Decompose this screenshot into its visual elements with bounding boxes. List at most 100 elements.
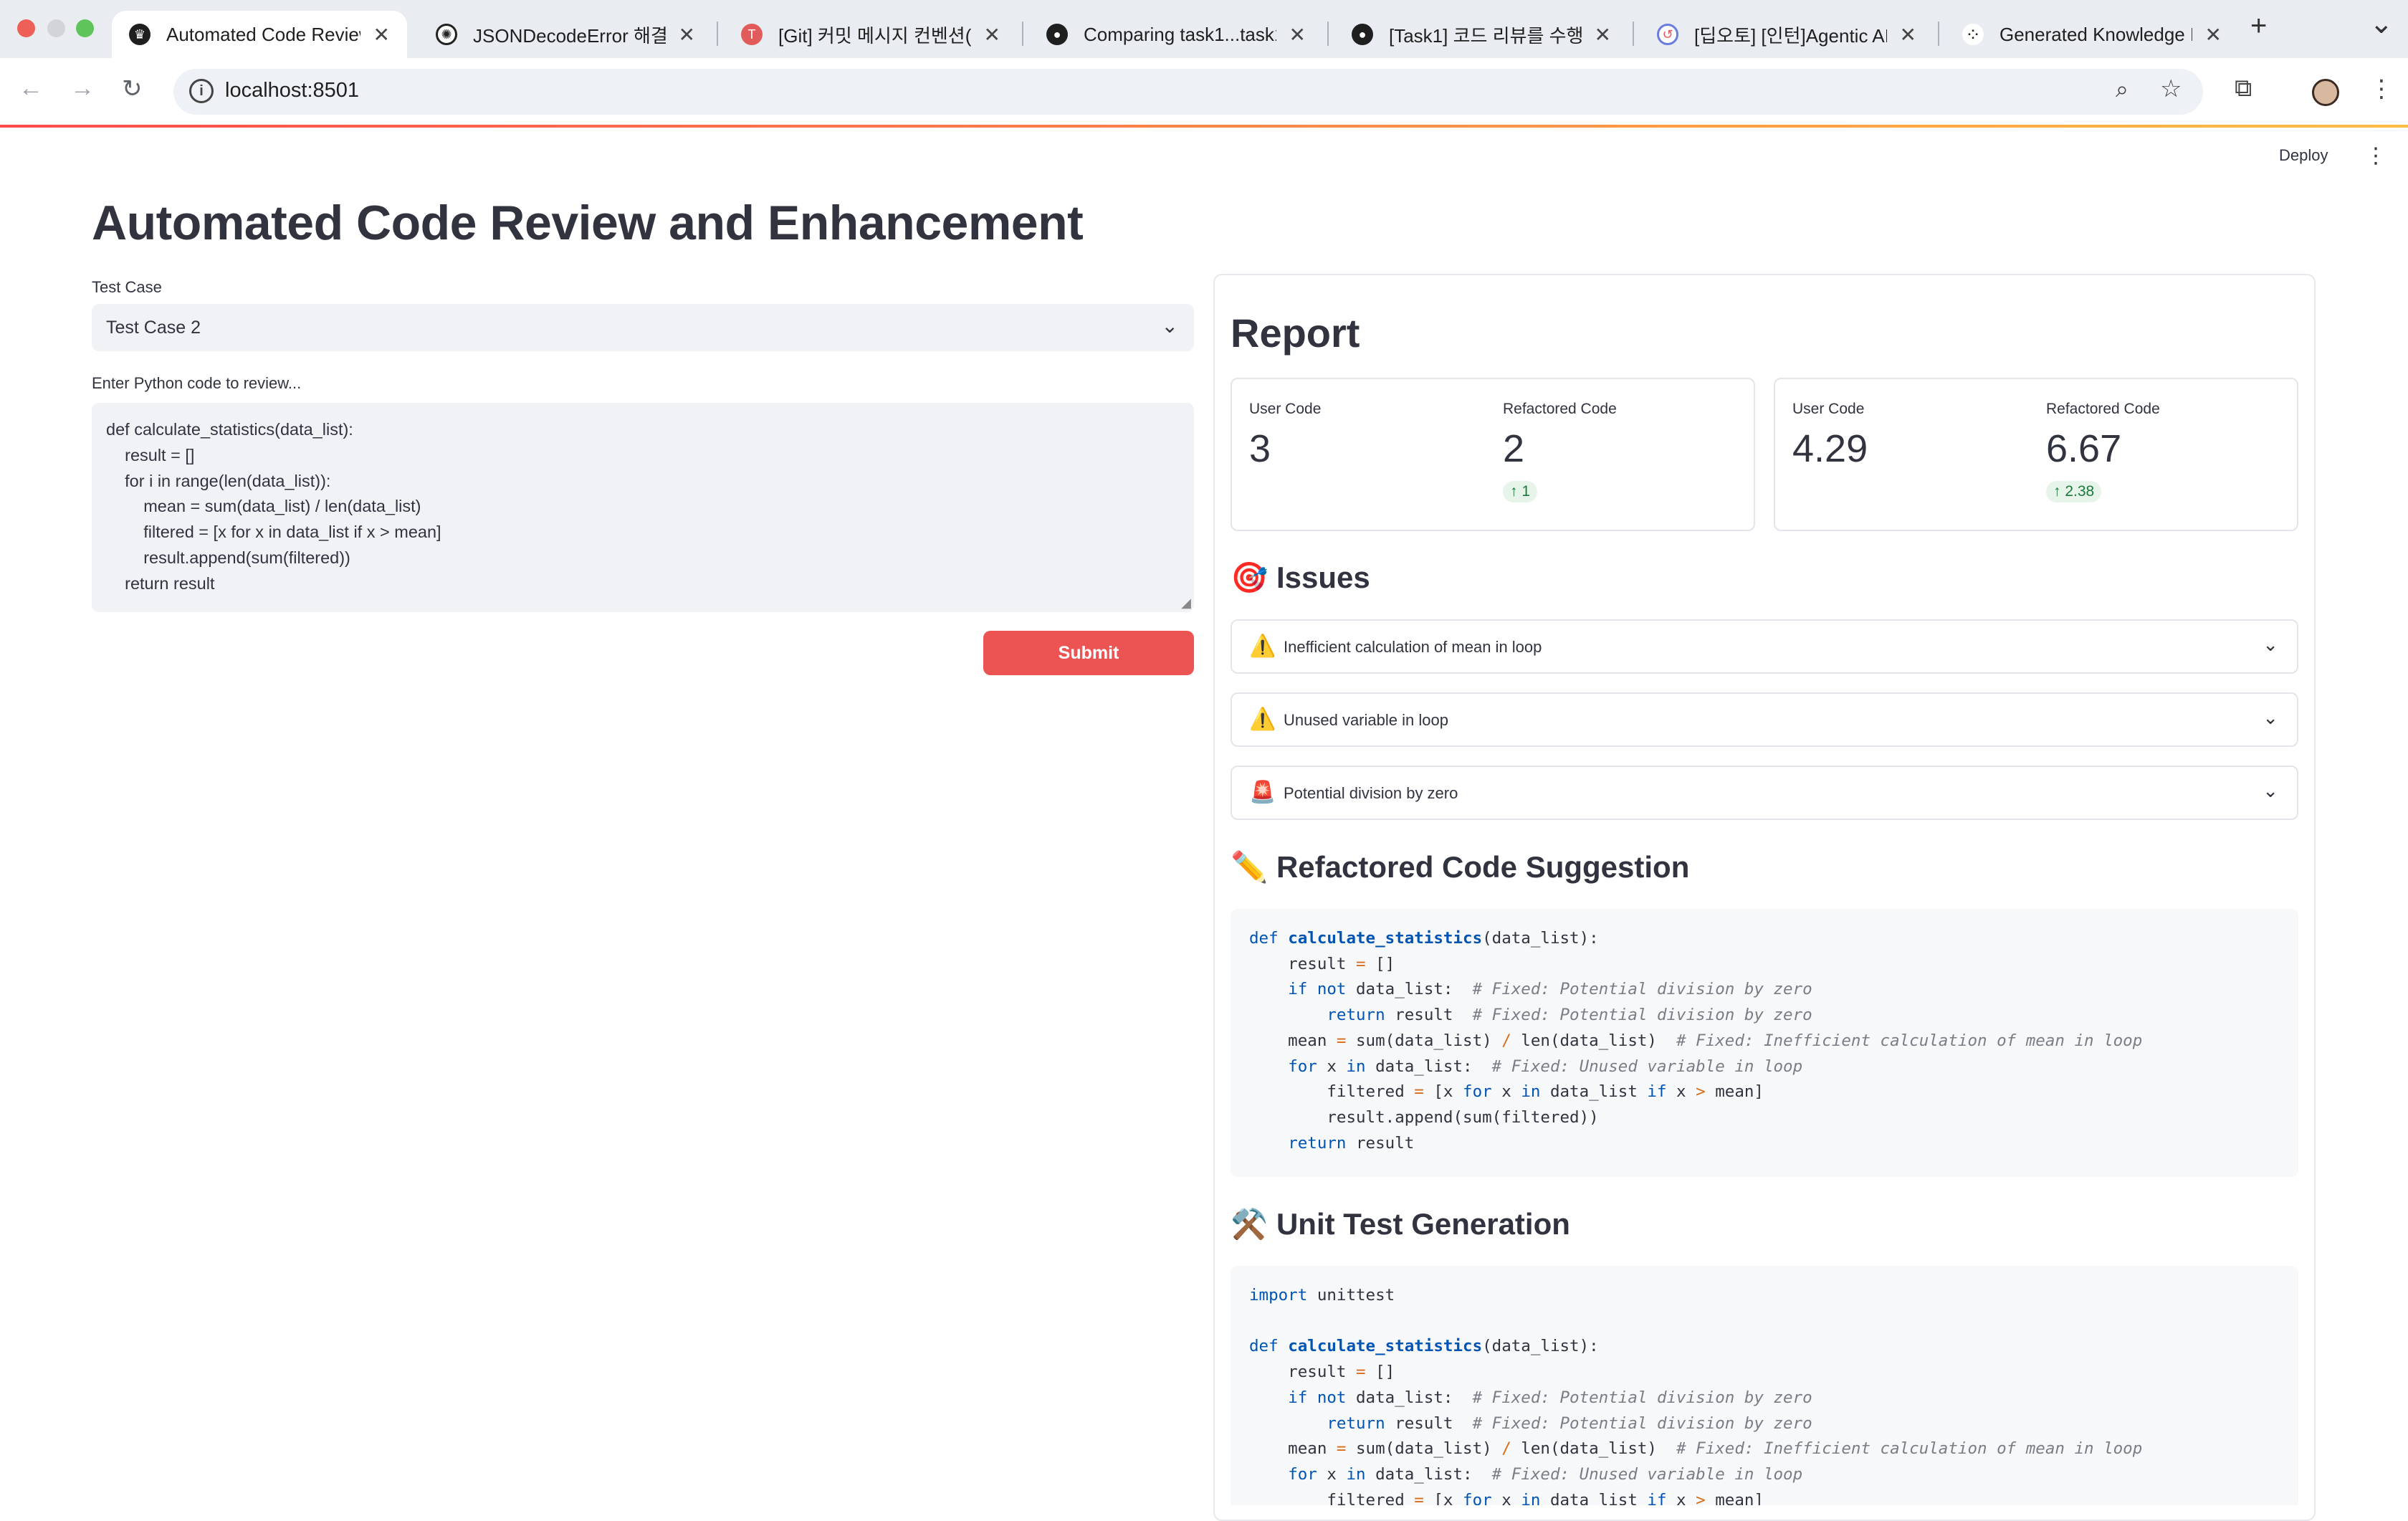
close-tab-icon[interactable]: ✕	[679, 23, 695, 47]
metric-label: User Code	[1249, 401, 1322, 417]
code-line: return result	[1288, 1133, 1415, 1153]
chevron-down-icon[interactable]: ⌄	[1162, 314, 1178, 338]
code-line: result.append(sum(filtered))	[1249, 1107, 1599, 1127]
metric-delta: ↑ 2.38	[2046, 481, 2102, 502]
main-menu-icon[interactable]: ⋮	[2365, 143, 2386, 168]
code-line: def calculate_statistics(data_list):	[1249, 1337, 1599, 1356]
code-input[interactable]: def calculate_statistics(data_list): res…	[92, 403, 1194, 612]
close-tab-icon[interactable]: ✕	[2205, 23, 2222, 47]
tab-separator	[717, 22, 718, 46]
pencil-icon: ✏️	[1231, 850, 1268, 884]
metric-label: Refactored Code	[1503, 401, 1617, 417]
metric: User Code 3	[1249, 401, 1321, 471]
tab-separator	[1327, 22, 1329, 46]
metric-delta-value: 1	[1521, 483, 1531, 500]
tab-deepauto-intern[interactable]: ↺ [딥오토] [인턴]Agentic AI E ✕	[1640, 11, 1934, 58]
code-line: mean = sum(data_list) / len(data_list) #…	[1249, 1439, 2143, 1459]
test-case-select[interactable]: Test Case 2 ⌄	[92, 304, 1194, 351]
code-line: mean = sum(data_list) / len(data_list) #…	[1249, 1031, 2143, 1050]
recruit-icon: ↺	[1657, 24, 1678, 45]
code-line: return result # Fixed: Potential divisio…	[1327, 1413, 1812, 1433]
issue-expander[interactable]: ⚠️ Unused variable in loop ⌄	[1231, 692, 2298, 747]
code-line: result = []	[106, 445, 195, 464]
warning-icon: ⚠️	[1249, 707, 1276, 731]
deploy-button[interactable]: Deploy	[2279, 146, 2328, 165]
reload-icon[interactable]: ↻	[122, 75, 143, 103]
code-line: import unittest	[1249, 1286, 1395, 1305]
submit-button[interactable]: Submit	[983, 631, 1194, 675]
issues-heading: 🎯 Issues	[1231, 561, 1370, 596]
close-tab-icon[interactable]: ✕	[373, 23, 390, 47]
metric: User Code 4.29	[1792, 401, 1868, 471]
unit-test-heading-text: Unit Test Generation	[1276, 1207, 1570, 1241]
resize-handle-icon[interactable]: ◢	[1181, 596, 1191, 611]
issue-expander[interactable]: ⚠️ Inefficient calculation of mean in lo…	[1231, 619, 2298, 674]
issue-expander[interactable]: 🚨 Potential division by zero ⌄	[1231, 766, 2298, 820]
url-text[interactable]: localhost:8501	[225, 79, 359, 102]
target-icon: 🎯	[1231, 561, 1268, 594]
tab-task1-code-review[interactable]: ● [Task1] 코드 리뷰를 수행하는 ✕	[1334, 11, 1628, 58]
close-tab-icon[interactable]: ✕	[1595, 23, 1611, 47]
metric-card: User Code 3 Refactored Code 2 ↑ 1	[1231, 378, 1755, 531]
star-icon[interactable]: ☆	[2160, 75, 2182, 103]
metric-label: User Code	[1792, 401, 1865, 417]
tab-search-menu[interactable]: ⌄	[2369, 7, 2394, 40]
close-tab-icon[interactable]: ✕	[1900, 23, 1916, 47]
tab-comparing-task1[interactable]: ● Comparing task1...task1- ✕	[1029, 11, 1323, 58]
profile-avatar[interactable]	[2312, 79, 2339, 106]
tab-generated-knowledge[interactable]: ⁘ Generated Knowledge Pr ✕	[1945, 11, 2239, 58]
tab-separator	[1938, 22, 1939, 46]
forward-icon[interactable]: →	[70, 75, 95, 102]
issue-title: Potential division by zero	[1284, 784, 1458, 802]
tab-git-commit-convention[interactable]: T [Git] 커밋 메시지 컨벤션(스타 ✕	[724, 11, 1018, 58]
arrow-up-icon: ↑	[1510, 483, 1518, 500]
close-tab-icon[interactable]: ✕	[984, 23, 1000, 47]
tab-separator	[1633, 22, 1634, 46]
code-line: mean = sum(data_list) / len(data_list)	[106, 497, 421, 516]
arrow-up-icon: ↑	[2053, 483, 2061, 500]
maximize-window-button[interactable]	[76, 19, 94, 37]
metric-value: 4.29	[1792, 427, 1868, 470]
chevron-down-icon[interactable]: ⌄	[2263, 634, 2278, 656]
unit-test-heading: ⚒️ Unit Test Generation	[1231, 1207, 1570, 1242]
extensions-icon[interactable]: ⧉	[2235, 75, 2252, 102]
code-line: if not data_list: # Fixed: Potential div…	[1288, 980, 1812, 999]
streamlit-header-decoration	[0, 125, 2408, 128]
address-bar[interactable]: i localhost:8501 ⌕ ☆	[173, 69, 2203, 115]
menu-icon[interactable]: ⋮	[2369, 75, 2394, 103]
chevron-down-icon[interactable]: ⌄	[2263, 707, 2278, 729]
metric-delta-value: 2.38	[2065, 483, 2095, 500]
code-line: def calculate_statistics(data_list):	[106, 420, 353, 439]
test-case-value: Test Case 2	[106, 318, 201, 338]
code-line: result.append(sum(filtered))	[106, 548, 350, 567]
zoom-icon[interactable]: ⌕	[2116, 76, 2128, 103]
back-icon[interactable]: ←	[19, 75, 43, 102]
issues-heading-text: Issues	[1276, 561, 1370, 594]
refactor-heading: ✏️ Refactored Code Suggestion	[1231, 850, 1689, 885]
metric-card: User Code 4.29 Refactored Code 6.67 ↑ 2.…	[1774, 378, 2298, 531]
tab-automated-code-review[interactable]: ♛ Automated Code Review ✕	[112, 11, 407, 58]
new-tab-button[interactable]: +	[2250, 10, 2267, 42]
close-window-button[interactable]	[17, 19, 35, 37]
metric: Refactored Code 2 ↑ 1	[1503, 401, 1617, 502]
page-title: Automated Code Review and Enhancement	[92, 196, 1084, 250]
close-tab-icon[interactable]: ✕	[1289, 23, 1306, 47]
code-line: result = []	[1249, 1363, 1395, 1382]
unit-test-code-block: import unittest def calculate_statistics…	[1231, 1266, 2298, 1505]
metric-delta: ↑ 1	[1503, 481, 1538, 502]
code-line: filtered = [x for x in data_list if x > …	[1249, 1490, 1764, 1505]
warning-icon: ⚠️	[1249, 634, 1276, 658]
code-line: def calculate_statistics(data_list):	[1249, 929, 1599, 948]
info-icon[interactable]: i	[189, 79, 214, 103]
hammer-pick-icon: ⚒️	[1231, 1207, 1268, 1241]
tab-jsondecodeerror[interactable]: ✺ JSONDecodeError 해결 방 ✕	[419, 11, 712, 58]
code-line: return result	[106, 573, 215, 593]
code-line: result = []	[1249, 954, 1395, 973]
code-line: if not data_list: # Fixed: Potential div…	[1288, 1388, 1812, 1407]
chevron-down-icon[interactable]: ⌄	[2263, 780, 2278, 802]
refactor-heading-text: Refactored Code Suggestion	[1276, 850, 1690, 884]
streamlit-crown-icon: ♛	[129, 24, 150, 45]
minimize-window-button[interactable]	[47, 19, 65, 37]
tab-separator	[1022, 22, 1023, 46]
velog-icon: T	[741, 24, 763, 45]
